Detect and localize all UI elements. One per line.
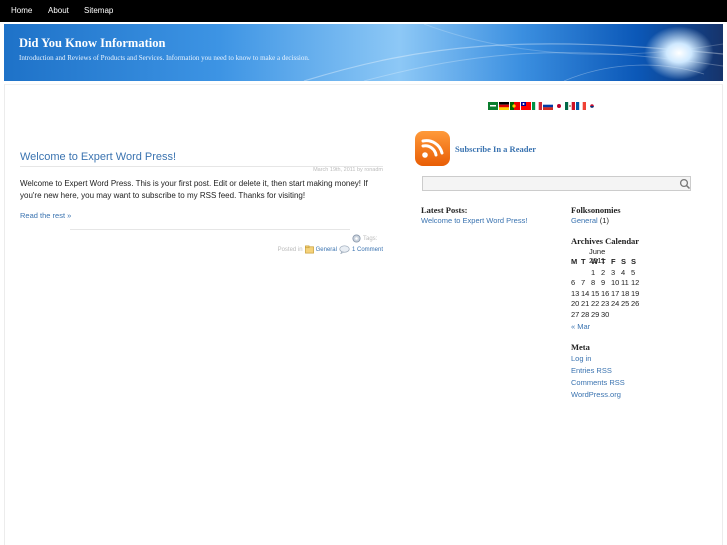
calendar-grid: M T W T F S S 1 2 3 4 5 6 7 8 9 10 11 12 13 14 15 16 17 18 19 20 21…: [571, 257, 641, 320]
calendar-day: 27: [571, 309, 580, 319]
calendar-day: 25: [621, 299, 630, 308]
flag-russian-icon[interactable]: [543, 102, 553, 110]
calendar-weekday-header: S: [621, 257, 627, 266]
calendar-day: 11: [621, 278, 629, 287]
comment-icon: [339, 245, 350, 254]
search-input[interactable]: [422, 176, 691, 191]
calendar-day: 19: [631, 288, 640, 298]
meta-wordpress-link[interactable]: WordPress.org: [571, 390, 621, 399]
calendar-weekday-header: T: [581, 257, 586, 266]
calendar-day: 29: [591, 309, 600, 319]
calendar-day: 15: [591, 288, 600, 298]
calendar-day: [631, 310, 641, 321]
calendar-day: 24: [611, 299, 620, 308]
folksonomy-general-count: (1): [599, 216, 609, 225]
flag-korean-icon[interactable]: [587, 102, 597, 110]
calendar-day: [571, 268, 581, 279]
tags-label: Tags:: [363, 235, 378, 242]
calendar-day: 3: [611, 267, 616, 277]
meta-entries-rss-link[interactable]: Entries RSS: [571, 366, 612, 375]
calendar-day: 9: [601, 278, 606, 287]
calendar-day: 16: [601, 288, 610, 298]
nav-about-link[interactable]: About: [48, 6, 69, 15]
calendar-day: [611, 310, 621, 321]
calendar-day: 14: [581, 288, 590, 298]
rss-feed-icon[interactable]: [415, 131, 450, 166]
flag-arabic-icon[interactable]: [488, 102, 498, 110]
flag-german-icon[interactable]: [499, 102, 509, 110]
calendar-weekday-header: W: [591, 257, 599, 266]
latest-post-link[interactable]: Welcome to Expert Word Press!: [421, 216, 527, 225]
flag-french-icon[interactable]: [576, 102, 586, 110]
calendar-day: 5: [631, 267, 636, 277]
posted-in-label: Posted in: [277, 246, 303, 253]
top-nav: Home About Sitemap: [0, 0, 727, 22]
calendar-day: 30: [601, 309, 610, 319]
calendar-weekday-header: F: [611, 257, 616, 266]
calendar-weekday-header: S: [631, 257, 637, 266]
banner-swoosh-decoration: [303, 24, 723, 81]
folder-icon: [304, 245, 314, 254]
folksonomy-general-link[interactable]: General: [571, 216, 598, 225]
calendar-day: 23: [601, 299, 610, 308]
calendar-weekday-header: T: [601, 257, 606, 266]
site-title[interactable]: Did You Know Information: [19, 36, 165, 51]
banner-glow-decoration: [644, 26, 714, 80]
meta-comments-rss-link[interactable]: Comments RSS: [571, 378, 625, 387]
calendar-day: 7: [581, 278, 586, 287]
calendar-day: 10: [611, 278, 620, 287]
translation-flags: [488, 102, 597, 110]
tag-icon: [352, 234, 361, 243]
post-tags: Tags:: [352, 234, 377, 243]
post-meta: Posted in General 1 Comment: [230, 245, 383, 254]
calendar-day: 20: [571, 299, 580, 308]
folksonomies-item: General (1): [571, 216, 609, 225]
calendar-day: 13: [571, 288, 580, 298]
calendar-day: 26: [631, 299, 640, 308]
read-more-link[interactable]: Read the rest »: [20, 211, 71, 220]
site-description: Introduction and Reviews of Products and…: [19, 54, 310, 62]
subscribe-reader-link[interactable]: Subscribe In a Reader: [455, 144, 536, 154]
calendar-day: 8: [591, 278, 596, 287]
flag-italian-icon[interactable]: [532, 102, 542, 110]
calendar-day: 18: [621, 288, 630, 298]
calendar-prev-month-link[interactable]: « Mar: [571, 322, 590, 331]
calendar-day: 22: [591, 299, 600, 308]
site-banner: Did You Know Information Introduction an…: [4, 24, 723, 81]
calendar-day: 12: [631, 278, 640, 287]
folksonomies-heading: Folksonomies: [571, 205, 621, 215]
calendar-weekday-header: M: [571, 257, 578, 266]
calendar-day: 4: [621, 267, 626, 277]
nav-sitemap-link[interactable]: Sitemap: [84, 6, 113, 15]
flag-portuguese-icon[interactable]: [510, 102, 520, 110]
search-icon[interactable]: [679, 178, 691, 190]
flag-spanish-icon[interactable]: [565, 102, 575, 110]
archives-calendar-heading: Archives Calendar: [571, 236, 640, 246]
calendar-day: 6: [571, 278, 576, 287]
category-link[interactable]: General: [316, 247, 337, 253]
flag-chinese-icon[interactable]: [521, 102, 531, 110]
post-date: March 19th, 2011 by ronadm: [313, 167, 383, 173]
post-title-link[interactable]: Welcome to Expert Word Press!: [20, 151, 176, 163]
calendar-day: [621, 310, 631, 321]
calendar-day: 1: [591, 267, 596, 277]
calendar-day: 17: [611, 288, 620, 298]
post-body: Welcome to Expert Word Press. This is yo…: [20, 179, 368, 200]
flag-japanese-icon[interactable]: [554, 102, 564, 110]
comments-link[interactable]: 1 Comment: [352, 247, 383, 253]
rss-waves-icon: [421, 139, 444, 158]
calendar-day: 2: [601, 267, 606, 277]
calendar-day: 28: [581, 309, 590, 319]
calendar-day: [581, 268, 591, 279]
calendar-day: 21: [581, 299, 590, 308]
meta-heading: Meta: [571, 342, 590, 352]
nav-home-link[interactable]: Home: [11, 6, 32, 15]
latest-posts-heading: Latest Posts:: [421, 205, 468, 215]
post-footer-divider: [70, 229, 350, 230]
meta-login-link[interactable]: Log in: [571, 354, 591, 363]
